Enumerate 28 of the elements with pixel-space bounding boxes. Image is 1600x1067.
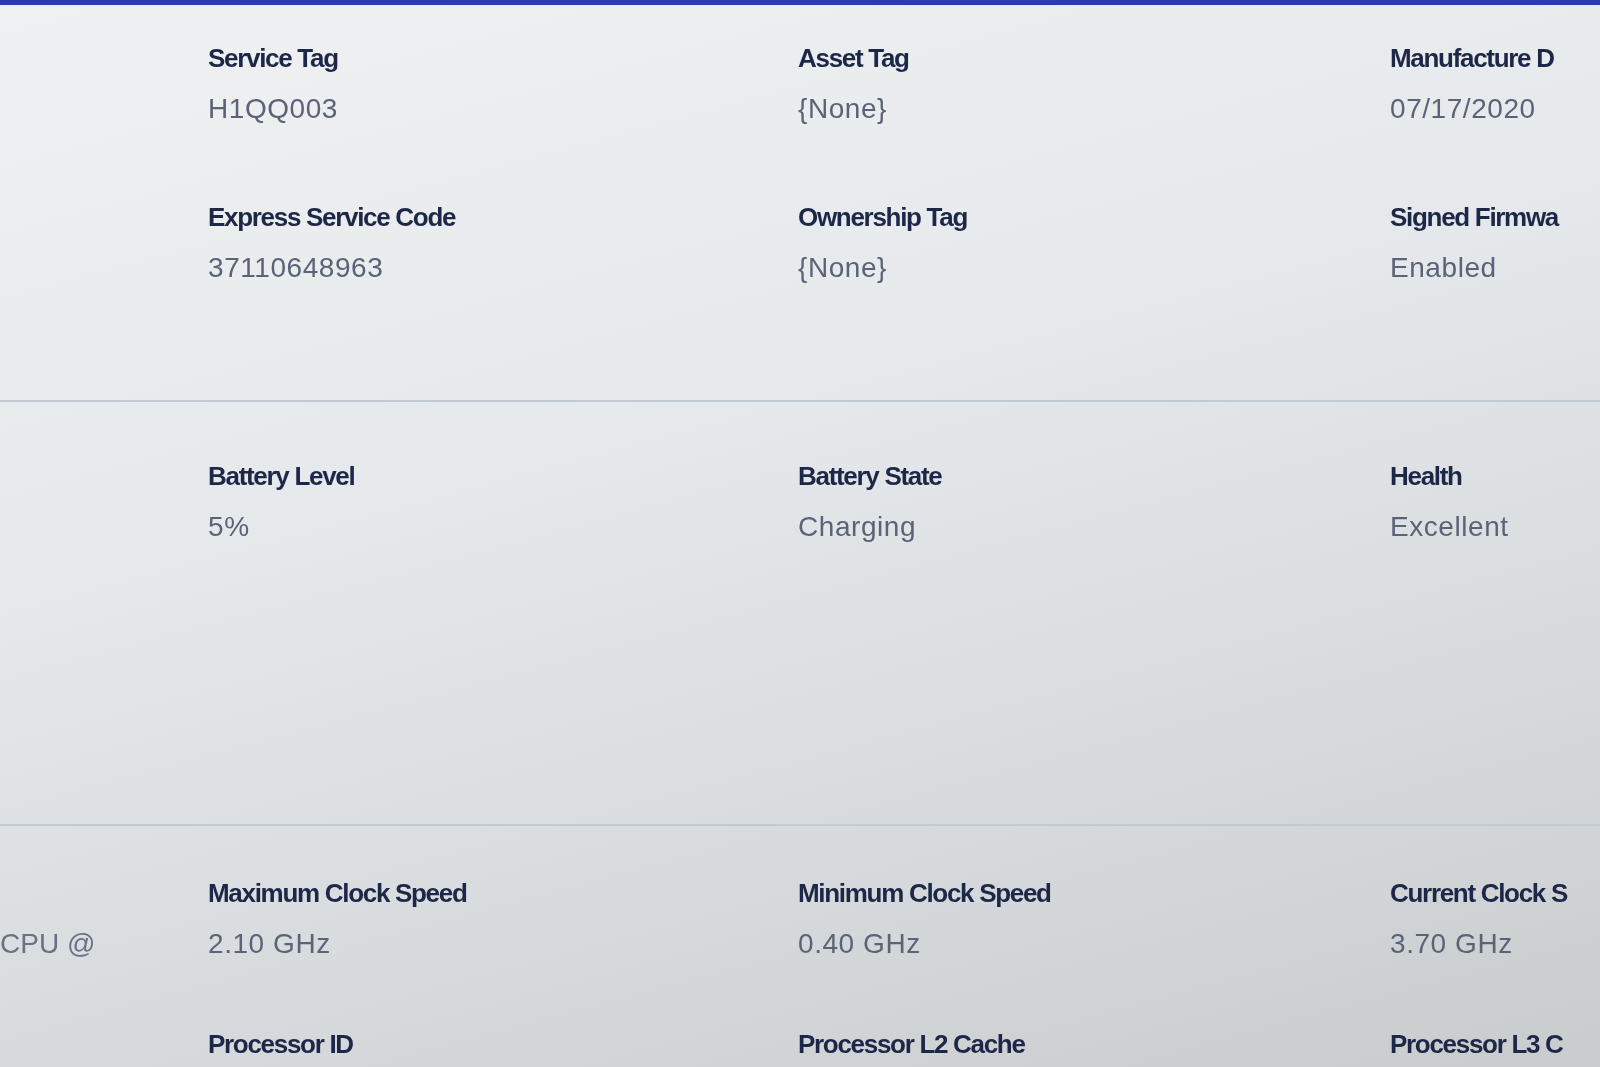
field-label: Ownership Tag <box>798 201 967 233</box>
field-label: Service Tag <box>208 42 338 74</box>
field-label: Processor ID <box>208 1028 353 1060</box>
field-label: Signed Firmwa <box>1390 201 1559 233</box>
field-value: {None} <box>798 252 887 284</box>
field-label: Maximum Clock Speed <box>208 877 467 909</box>
field-label: Current Clock S <box>1390 877 1567 909</box>
field-value: Excellent <box>1390 511 1509 543</box>
field-label: Manufacture D <box>1390 42 1554 74</box>
field-label: Express Service Code <box>208 201 456 233</box>
field-value: Enabled <box>1390 252 1497 284</box>
cpu-text: CPU @ <box>0 928 96 960</box>
field-label: Asset Tag <box>798 42 909 74</box>
field-label: Minimum Clock Speed <box>798 877 1051 909</box>
field-label: Battery State <box>798 460 942 492</box>
field-value: 3.70 GHz <box>1390 928 1513 960</box>
field-value: 07/17/2020 <box>1390 93 1536 125</box>
field-label: Battery Level <box>208 460 355 492</box>
field-label: Processor L2 Cache <box>798 1028 1025 1060</box>
field-label: Health <box>1390 460 1462 492</box>
field-label: Processor L3 C <box>1390 1028 1563 1060</box>
field-value: 0.40 GHz <box>798 928 921 960</box>
field-value: 2.10 GHz <box>208 928 331 960</box>
field-value: 5% <box>208 511 250 543</box>
field-value: {None} <box>798 93 887 125</box>
field-value: Charging <box>798 511 917 543</box>
field-value: H1QQ003 <box>208 93 338 125</box>
field-value: 37110648963 <box>208 252 384 284</box>
